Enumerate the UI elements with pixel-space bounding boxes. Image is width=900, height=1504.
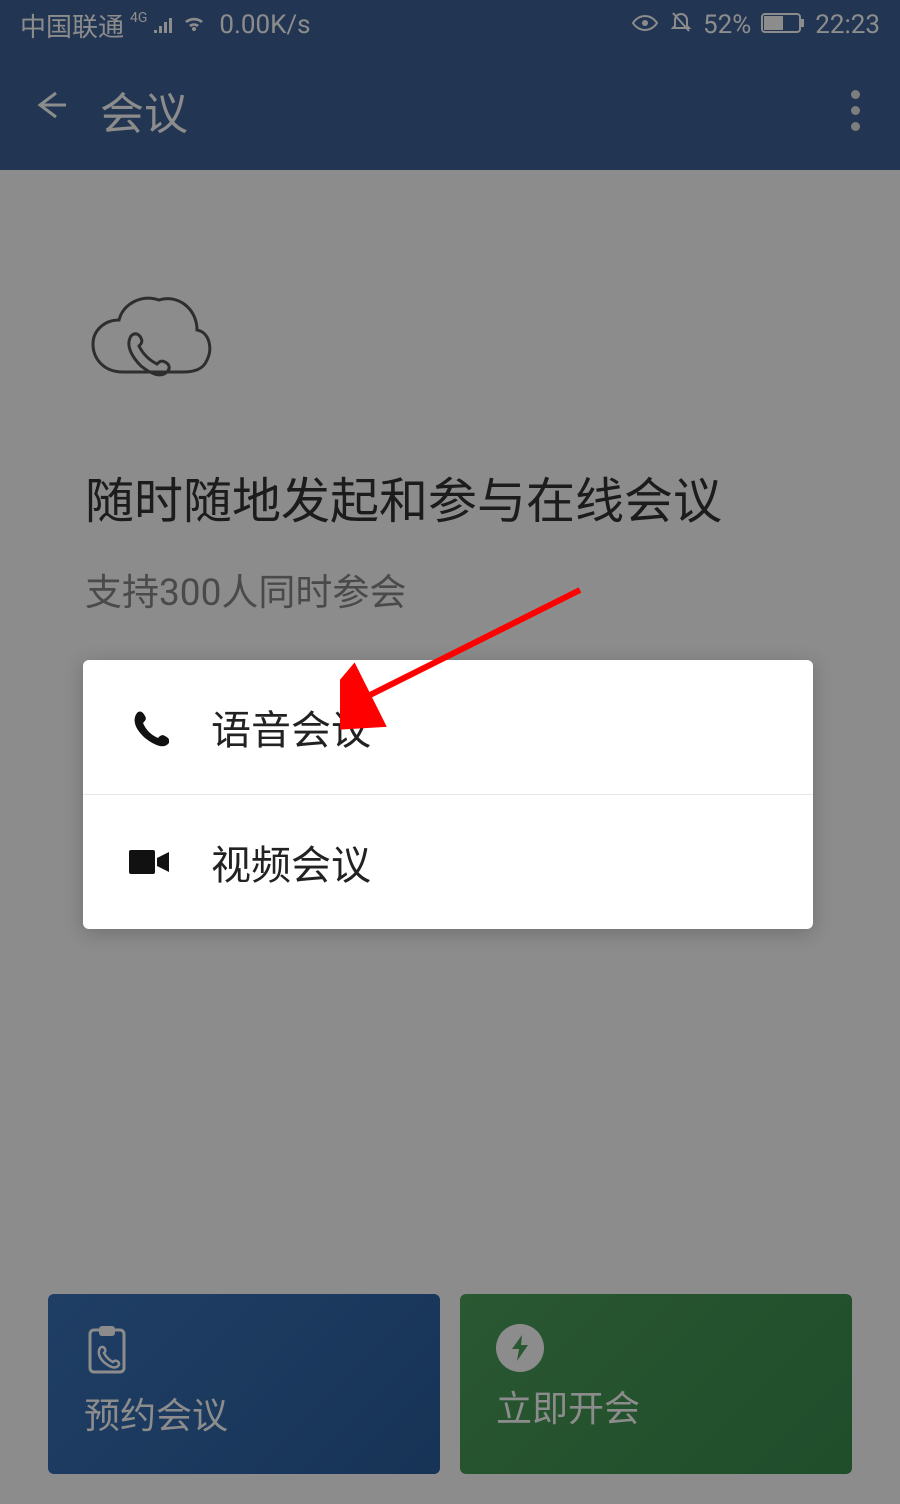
video-meeting-label: 视频会议 [211,833,371,891]
meeting-type-popup: 语音会议 视频会议 [83,660,813,929]
voice-meeting-label: 语音会议 [211,698,371,756]
video-icon [127,840,171,884]
voice-meeting-option[interactable]: 语音会议 [83,660,813,794]
video-meeting-option[interactable]: 视频会议 [83,794,813,929]
phone-icon [127,705,171,749]
